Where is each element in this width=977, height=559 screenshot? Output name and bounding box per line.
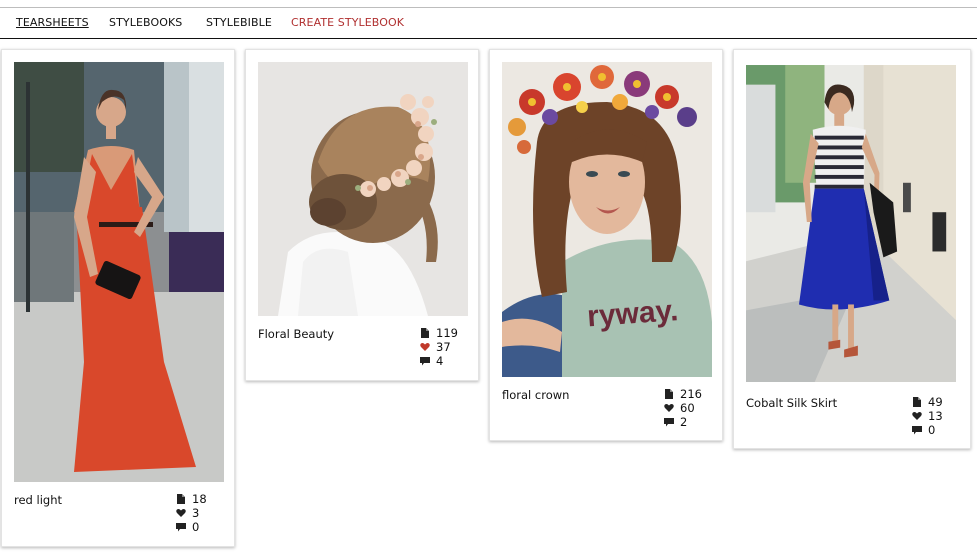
tearsheet-title[interactable]: floral crown (502, 388, 569, 402)
pages-count: 49 (912, 395, 958, 409)
comments-value: 0 (928, 423, 936, 437)
likes-value: 60 (680, 401, 695, 415)
like-button[interactable]: 37 (420, 340, 466, 354)
tearsheet-image[interactable] (14, 62, 224, 482)
tearsheet-title[interactable]: red light (14, 493, 62, 507)
tearsheet-image[interactable] (258, 62, 468, 316)
tearsheet-card-floral-crown[interactable]: ryway. floral crown 216 60 2 (489, 49, 723, 441)
tearsheet-title[interactable]: Cobalt Silk Skirt (746, 396, 837, 410)
pages-value: 49 (928, 395, 943, 409)
pages-value: 119 (436, 326, 458, 340)
tearsheet-stats: 216 60 2 (664, 387, 710, 429)
tearsheet-stats: 18 3 0 (176, 492, 222, 534)
tearsheet-card-red-light[interactable]: red light 18 3 0 (1, 49, 235, 547)
tearsheet-card-floral-beauty[interactable]: Floral Beauty 119 37 4 (245, 49, 479, 381)
heart-icon (176, 508, 186, 517)
heart-icon (912, 411, 922, 420)
tearsheet-card-cobalt-silk-skirt[interactable]: Cobalt Silk Skirt 49 13 0 (733, 49, 971, 449)
nav-stylebible[interactable]: STYLEBIBLE (206, 16, 272, 29)
nav-stylebooks[interactable]: STYLEBOOKS (109, 16, 182, 29)
like-button[interactable]: 13 (912, 409, 958, 423)
top-nav: TEARSHEETS STYLEBOOKS STYLEBIBLE CREATE … (0, 8, 977, 39)
comments-value: 0 (192, 520, 200, 534)
likes-value: 37 (436, 340, 451, 354)
tearsheet-image[interactable] (746, 62, 960, 385)
comment-icon (912, 426, 922, 435)
document-icon (913, 397, 921, 407)
pages-count: 18 (176, 492, 222, 506)
pages-value: 18 (192, 492, 207, 506)
comments-value: 2 (680, 415, 688, 429)
comments-button[interactable]: 0 (176, 520, 222, 534)
comments-button[interactable]: 4 (420, 354, 466, 368)
likes-value: 13 (928, 409, 943, 423)
heart-icon (664, 403, 674, 412)
pages-count: 216 (664, 387, 710, 401)
tearsheet-image[interactable]: ryway. (502, 62, 712, 377)
like-button[interactable]: 3 (176, 506, 222, 520)
comments-button[interactable]: 0 (912, 423, 958, 437)
tearsheet-stats: 49 13 0 (912, 395, 958, 437)
document-icon (421, 328, 429, 338)
likes-value: 3 (192, 506, 200, 520)
pages-count: 119 (420, 326, 466, 340)
comments-value: 4 (436, 354, 444, 368)
document-icon (177, 494, 185, 504)
pages-value: 216 (680, 387, 702, 401)
comment-icon (176, 523, 186, 532)
nav-create-stylebook[interactable]: CREATE STYLEBOOK (291, 16, 404, 29)
nav-tearsheets[interactable]: TEARSHEETS (16, 16, 89, 29)
like-button[interactable]: 60 (664, 401, 710, 415)
document-icon (665, 389, 673, 399)
tearsheet-stats: 119 37 4 (420, 326, 466, 368)
svg-text:ryway.: ryway. (586, 294, 679, 333)
tearsheet-title[interactable]: Floral Beauty (258, 327, 334, 341)
comment-icon (420, 357, 430, 366)
comments-button[interactable]: 2 (664, 415, 710, 429)
heart-icon (420, 342, 430, 351)
comment-icon (664, 418, 674, 427)
